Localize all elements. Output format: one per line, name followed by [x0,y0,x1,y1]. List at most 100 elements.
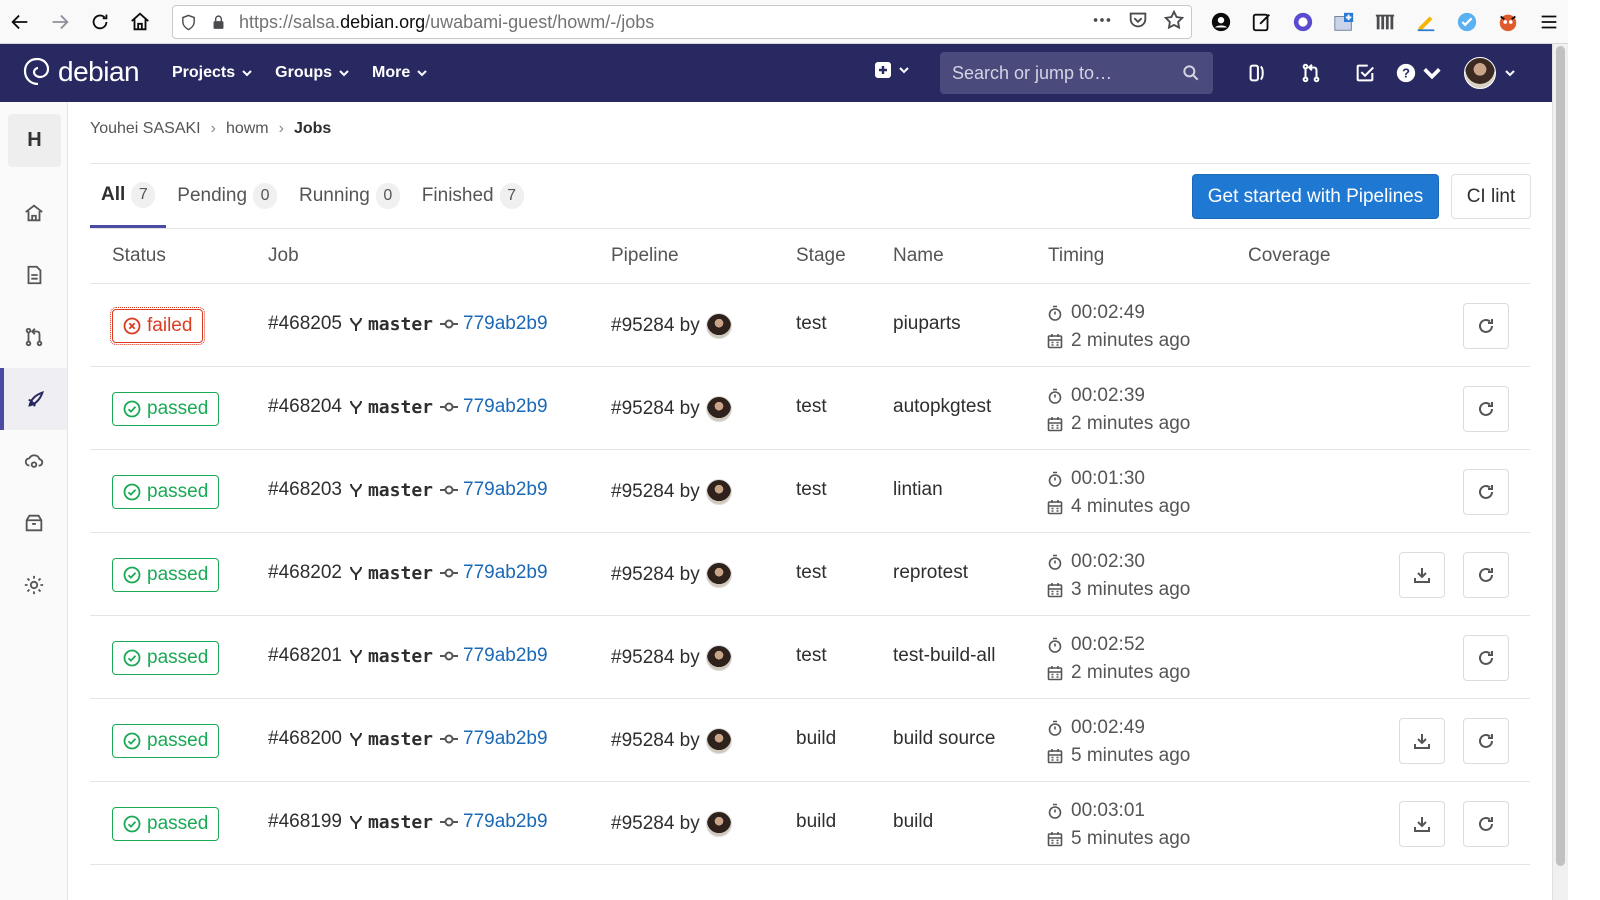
avatar[interactable] [705,645,732,671]
nav-groups[interactable]: Groups [275,64,350,82]
url-bar[interactable]: https://salsa.debian.org/uwabami-guest/h… [172,5,1192,39]
get-started-pipelines-button[interactable]: Get started with Pipelines [1192,174,1439,219]
commit-sha-link[interactable]: 779ab2b9 [463,811,548,833]
help-icon[interactable]: ? [1392,44,1446,102]
tab-finished[interactable]: Finished 7 [411,164,535,228]
pipeline-link[interactable]: #95284 by [611,315,700,337]
search-input[interactable]: Search or jump to… [940,52,1213,94]
sidebar-item-packages[interactable] [0,492,67,554]
issues-icon[interactable] [1230,44,1284,102]
avatar[interactable] [705,479,732,505]
todos-icon[interactable] [1338,44,1392,102]
pipeline-link[interactable]: #95284 by [611,730,700,752]
breadcrumb-namespace[interactable]: Youhei SASAKI [90,120,201,138]
commit-sha-link[interactable]: 779ab2b9 [463,562,548,584]
sidebar-item-settings[interactable] [0,554,67,616]
branch-ref-link[interactable]: master [368,480,433,501]
status-badge[interactable]: passed [112,475,220,509]
breadcrumb-current[interactable]: Jobs [294,120,331,138]
sidebar-item-merge-requests[interactable] [0,306,67,368]
sidebar-item-ci-cd[interactable] [0,368,67,430]
pipeline-link[interactable]: #95284 by [611,813,700,835]
retry-button[interactable] [1463,801,1509,847]
status-badge[interactable]: passed [112,392,220,426]
forward-icon[interactable] [40,0,80,44]
tab-all[interactable]: All 7 [90,164,167,228]
extension-face-icon[interactable] [1487,0,1528,44]
download-artifacts-button[interactable] [1399,718,1445,764]
retry-button[interactable] [1463,552,1509,598]
bookmark-star-icon[interactable] [1163,9,1185,36]
retry-button[interactable] [1463,718,1509,764]
job-id-link[interactable]: #468199 [268,811,342,833]
extension-circle-icon[interactable] [1282,0,1323,44]
commit-sha-link[interactable]: 779ab2b9 [463,479,548,501]
branch-ref-link[interactable]: master [368,812,433,833]
tab-pending[interactable]: Pending 0 [166,164,288,228]
pipeline-link[interactable]: #95284 by [611,481,700,503]
commit-sha-link[interactable]: 779ab2b9 [463,728,548,750]
retry-button[interactable] [1463,386,1509,432]
ci-lint-button[interactable]: CI lint [1451,174,1531,219]
job-id-link[interactable]: #468205 [268,313,342,335]
job-id-link[interactable]: #468202 [268,562,342,584]
reload-icon[interactable] [80,0,120,44]
branch-ref-link[interactable]: master [368,563,433,584]
scrollbar[interactable] [1552,44,1568,900]
status-badge[interactable]: failed [109,307,206,345]
hamburger-menu-icon[interactable] [1528,0,1569,44]
pipeline-link[interactable]: #95284 by [611,647,700,669]
branch-ref-link[interactable]: master [368,729,433,750]
extension-columns-icon[interactable] [1364,0,1405,44]
download-artifacts-button[interactable] [1399,552,1445,598]
job-id-link[interactable]: #468200 [268,728,342,750]
project-avatar[interactable]: H [8,114,61,167]
account-icon[interactable] [1200,0,1241,44]
status-badge[interactable]: passed [112,641,220,675]
job-id-link[interactable]: #468201 [268,645,342,667]
sidebar-item-project[interactable] [0,182,67,244]
retry-button[interactable] [1463,303,1509,349]
more-actions-icon[interactable] [1091,9,1113,36]
status-badge[interactable]: passed [112,724,220,758]
avatar[interactable] [705,396,732,422]
edit-note-icon[interactable] [1241,0,1282,44]
scrollbar-thumb[interactable] [1556,46,1565,866]
home-browser-icon[interactable] [120,0,160,44]
branch-ref-link[interactable]: master [368,646,433,667]
branch-ref-link[interactable]: master [368,397,433,418]
nav-projects[interactable]: Projects [172,64,253,82]
download-icon [1414,734,1430,749]
tab-running[interactable]: Running 0 [288,164,411,228]
pipeline-link[interactable]: #95284 by [611,564,700,586]
commit-sha-link[interactable]: 779ab2b9 [463,645,548,667]
job-id-link[interactable]: #468203 [268,479,342,501]
status-badge[interactable]: passed [112,807,220,841]
debian-logo[interactable]: debian [20,54,140,90]
status-badge[interactable]: passed [112,558,220,592]
breadcrumb-project[interactable]: howm [226,120,269,138]
avatar[interactable] [705,811,732,837]
sidebar-item-operations[interactable] [0,430,67,492]
extension-pen-icon[interactable] [1405,0,1446,44]
user-menu[interactable] [1464,57,1516,89]
back-icon[interactable] [0,0,40,44]
pocket-icon[interactable] [1127,9,1149,36]
avatar[interactable] [705,562,732,588]
pipeline-link[interactable]: #95284 by [611,398,700,420]
sidebar-item-repository[interactable] [0,244,67,306]
new-dropdown-button[interactable] [874,61,910,79]
avatar[interactable] [705,313,732,339]
nav-more[interactable]: More [372,64,428,82]
download-artifacts-button[interactable] [1399,801,1445,847]
merge-requests-icon[interactable] [1284,44,1338,102]
retry-button[interactable] [1463,635,1509,681]
retry-button[interactable] [1463,469,1509,515]
job-id-link[interactable]: #468204 [268,396,342,418]
commit-sha-link[interactable]: 779ab2b9 [463,396,548,418]
commit-sha-link[interactable]: 779ab2b9 [463,313,548,335]
extension-check-icon[interactable] [1446,0,1487,44]
avatar[interactable] [705,728,732,754]
extension-window-icon[interactable] [1323,0,1364,44]
branch-ref-link[interactable]: master [368,314,433,335]
